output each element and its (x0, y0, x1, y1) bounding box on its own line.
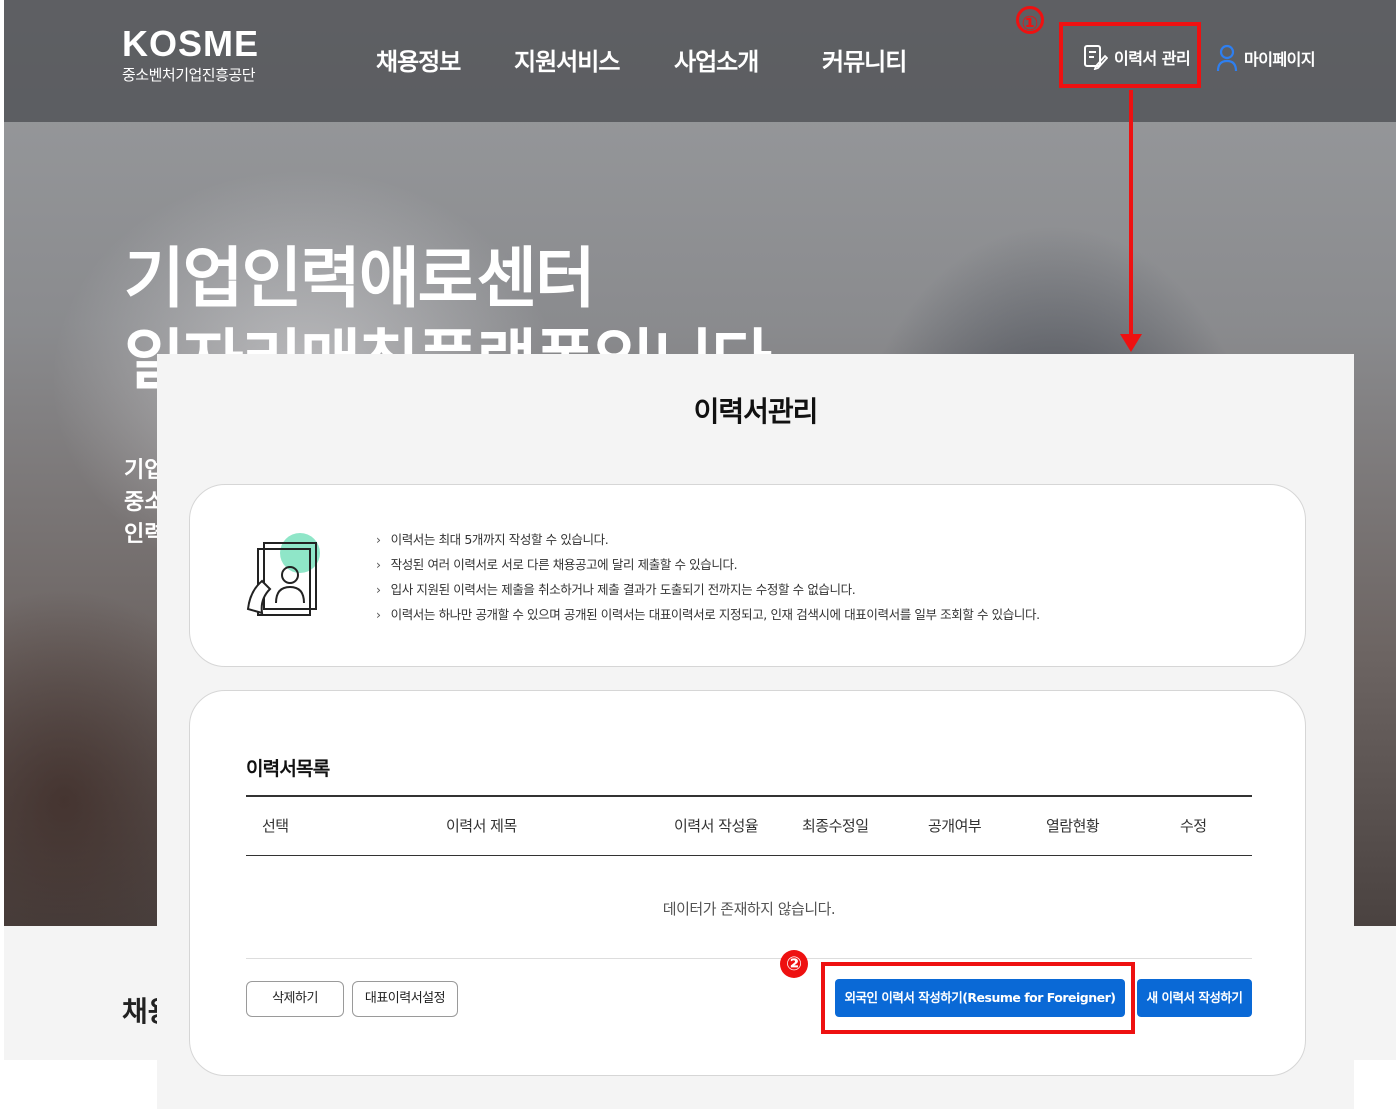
table-top-border (246, 795, 1252, 797)
logo-wordmark: KOSME (122, 23, 260, 64)
site-logo[interactable]: KOSME 중소벤처기업진흥공단 (122, 26, 259, 85)
step1-marker: ① (1016, 6, 1044, 35)
resume-management-panel: 이력서관리 이력서는 최대 5개까지 작성할 수 있습니다. 작성된 여러 이력… (157, 354, 1354, 1109)
arrow-down-icon (1120, 334, 1142, 352)
set-representative-button[interactable]: 대표이력서설정 (352, 981, 458, 1017)
highlight-box-step1 (1059, 22, 1201, 88)
resume-illustration-icon (246, 533, 320, 616)
nav-item-community[interactable]: 커뮤니티 (822, 42, 907, 77)
info-card: 이력서는 최대 5개까지 작성할 수 있습니다. 작성된 여러 이력서로 서로 … (189, 484, 1306, 667)
arrow-line (1129, 90, 1133, 338)
step2-marker: ② (780, 950, 808, 978)
col-header-public: 공개여부 (928, 817, 982, 835)
col-header-completion: 이력서 작성율 (674, 817, 759, 835)
col-header-modified: 최종수정일 (802, 817, 869, 835)
info-item: 이력서는 하나만 공개할 수 있으며 공개된 이력서는 대표이력서로 지정되고,… (376, 606, 1040, 631)
table-bottom-border (246, 958, 1252, 959)
nav-item-jobs[interactable]: 채용정보 (376, 42, 461, 77)
mypage-label: 마이페이지 (1244, 50, 1316, 69)
nav-item-business[interactable]: 사업소개 (674, 42, 759, 77)
info-item: 작성된 여러 이력서로 서로 다른 채용공고에 달리 제출할 수 있습니다. (376, 556, 1040, 581)
hero-title-line1: 기업인력애로센터 (124, 240, 596, 317)
info-item: 입사 지원된 이력서는 제출을 취소하거나 제출 결과가 도출되기 전까지는 수… (376, 581, 1040, 606)
empty-message: 데이터가 존재하지 않습니다. (662, 900, 836, 918)
col-header-views: 열람현황 (1046, 817, 1100, 835)
new-resume-button[interactable]: 새 이력서 작성하기 (1137, 979, 1252, 1017)
mypage-link[interactable]: 마이페이지 (1216, 44, 1316, 72)
nav-item-support[interactable]: 지원서비스 (514, 42, 620, 77)
col-header-title: 이력서 제목 (446, 817, 517, 835)
info-item: 이력서는 최대 5개까지 작성할 수 있습니다. (376, 531, 1040, 556)
table-header-border (246, 855, 1252, 856)
page-title: 이력서관리 (693, 395, 819, 428)
delete-button[interactable]: 삭제하기 (246, 981, 344, 1017)
resume-list-card: 이력서목록 선택 이력서 제목 이력서 작성율 최종수정일 공개여부 열람현황 … (189, 690, 1306, 1076)
col-header-select: 선택 (262, 817, 289, 835)
col-header-edit: 수정 (1180, 817, 1207, 835)
highlight-box-step2 (821, 962, 1135, 1034)
info-list: 이력서는 최대 5개까지 작성할 수 있습니다. 작성된 여러 이력서로 서로 … (376, 531, 1040, 631)
logo-subtitle: 중소벤처기업진흥공단 (122, 66, 256, 84)
resume-list-title: 이력서목록 (246, 758, 330, 780)
user-icon (1216, 44, 1238, 72)
